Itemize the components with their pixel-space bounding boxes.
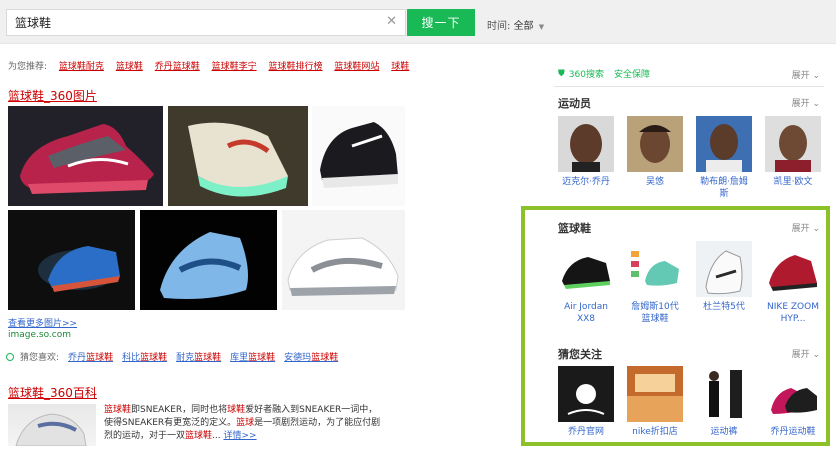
recommend-link[interactable]: 篮球鞋 [116, 62, 143, 72]
shoe-photo [765, 241, 821, 297]
recommend-link[interactable]: 篮球鞋李宁 [212, 62, 257, 72]
athlete-card[interactable]: 吴悠 [627, 116, 683, 188]
athlete-photo [765, 116, 821, 172]
time-filter-value[interactable]: 全部 [514, 21, 534, 32]
related-name: 乔丹运动鞋 [770, 427, 816, 437]
athlete-card[interactable]: 勒布朗·詹姆斯 [696, 116, 752, 200]
shoe-photo [627, 241, 683, 297]
safe-label-2: 安全保障 [613, 70, 650, 80]
recommend-bar: 为您推荐: 篮球鞋耐克 篮球鞋 乔丹篮球鞋 篮球鞋李宁 篮球鞋排行榜 篮球鞋网站… [8, 59, 409, 72]
athlete-photo [627, 116, 683, 172]
section-title-shoes: 篮球鞋 [558, 222, 591, 235]
shoe-card[interactable]: 詹姆斯10代篮球鞋 [627, 241, 683, 325]
search-input[interactable]: 篮球鞋 ✕ [6, 9, 406, 36]
recommend-link[interactable]: 篮球鞋排行榜 [268, 62, 322, 72]
recommend-link[interactable]: 球鞋 [391, 62, 409, 72]
shoe-name: 詹姆斯10代篮球鞋 [631, 302, 679, 324]
source-url: image.so.com [8, 330, 72, 340]
search-query: 篮球鞋 [15, 16, 52, 30]
recommend-link[interactable]: 篮球鞋耐克 [59, 62, 104, 72]
recommend-link[interactable]: 篮球鞋网站 [334, 62, 379, 72]
shoe-image-4[interactable] [8, 210, 135, 310]
expand-button[interactable]: 展开 ⌄ [792, 96, 820, 109]
related-photo [627, 366, 683, 422]
shield-icon: ⛊ [558, 68, 565, 79]
related-photo [558, 366, 614, 422]
guess-link[interactable]: 乔丹篮球鞋 [68, 350, 113, 363]
guess-link[interactable]: 耐克篮球鞋 [176, 350, 221, 363]
divider [554, 86, 824, 87]
shoe-photo [696, 241, 752, 297]
athlete-card[interactable]: 迈克尔·乔丹 [558, 116, 614, 188]
athlete-name: 凯里·欧文 [773, 177, 813, 187]
section-title-guess: 猜您关注 [558, 348, 602, 361]
expand-button[interactable]: 展开 ⌄ [792, 221, 820, 234]
shoe-photo [558, 241, 614, 297]
shoe-image-3[interactable] [312, 106, 405, 206]
guess-bar: 猜您喜欢: 乔丹篮球鞋 科比篮球鞋 耐克篮球鞋 库里篮球鞋 安德玛篮球鞋 [6, 350, 338, 363]
shoe-name: 杜兰特5代 [703, 302, 745, 312]
shoe-name: Air Jordan XX8 [564, 302, 608, 324]
shoe-card[interactable]: 杜兰特5代 [696, 241, 752, 313]
shoe-image-6[interactable] [282, 210, 405, 310]
expand-button[interactable]: 展开 ⌄ [792, 347, 820, 360]
images-result-title[interactable]: 篮球鞋_360图片 [8, 87, 97, 104]
related-card[interactable]: 乔丹官网 [558, 366, 614, 438]
athlete-photo [558, 116, 614, 172]
guess-link[interactable]: 库里篮球鞋 [230, 350, 275, 363]
safe-badge: ⛊ 360搜索 安全保障 [558, 67, 650, 81]
related-name: 乔丹官网 [567, 427, 604, 437]
athlete-name: 迈克尔·乔丹 [562, 177, 610, 187]
circle-icon [6, 352, 14, 361]
chevron-down-icon: ▼ [538, 23, 545, 31]
guess-link[interactable]: 安德玛篮球鞋 [284, 350, 338, 363]
related-photo [696, 366, 752, 422]
related-name: nike折扣店 [632, 427, 678, 437]
shoe-image-2[interactable] [168, 106, 308, 206]
athlete-photo [696, 116, 752, 172]
related-name: 运动裤 [710, 427, 738, 437]
section-title-athletes: 运动员 [558, 97, 591, 110]
related-card[interactable]: 乔丹运动鞋 [765, 366, 821, 438]
guess-link[interactable]: 科比篮球鞋 [122, 350, 167, 363]
shoe-image-5[interactable] [140, 210, 277, 310]
baike-snippet: 篮球鞋即SNEAKER，同时也将球鞋爱好者融入到SNEAKER一词中， 使得SN… [104, 405, 381, 441]
shoe-card[interactable]: NIKE ZOOM HYP... [765, 241, 821, 325]
expand-button[interactable]: 展开 ⌄ [792, 68, 820, 81]
shoe-name: NIKE ZOOM HYP... [767, 302, 819, 324]
safe-label: 360搜索 [568, 70, 604, 80]
shoe-image-1[interactable] [8, 106, 163, 206]
related-card[interactable]: 运动裤 [696, 366, 752, 438]
time-filter[interactable]: 时间: 全部 ▼ [487, 17, 544, 32]
time-filter-label: 时间: [487, 21, 511, 32]
search-button[interactable]: 搜一下 [407, 9, 475, 36]
clear-icon[interactable]: ✕ [386, 14, 397, 29]
athlete-name: 勒布朗·詹姆斯 [700, 177, 748, 199]
baike-more-link[interactable]: 详情>> [224, 431, 257, 441]
baike-result-title[interactable]: 篮球鞋_360百科 [8, 384, 97, 401]
shoe-card[interactable]: Air Jordan XX8 [558, 241, 614, 325]
recommend-prefix: 为您推荐: [8, 62, 48, 72]
guess-prefix: 猜您喜欢: [20, 353, 60, 363]
athlete-card[interactable]: 凯里·欧文 [765, 116, 821, 188]
related-card[interactable]: nike折扣店 [627, 366, 683, 438]
recommend-link[interactable]: 乔丹篮球鞋 [155, 62, 200, 72]
related-photo [765, 366, 821, 422]
baike-thumbnail[interactable] [8, 404, 96, 447]
athlete-name: 吴悠 [645, 177, 664, 187]
more-images-link[interactable]: 查看更多图片>> [8, 316, 77, 329]
